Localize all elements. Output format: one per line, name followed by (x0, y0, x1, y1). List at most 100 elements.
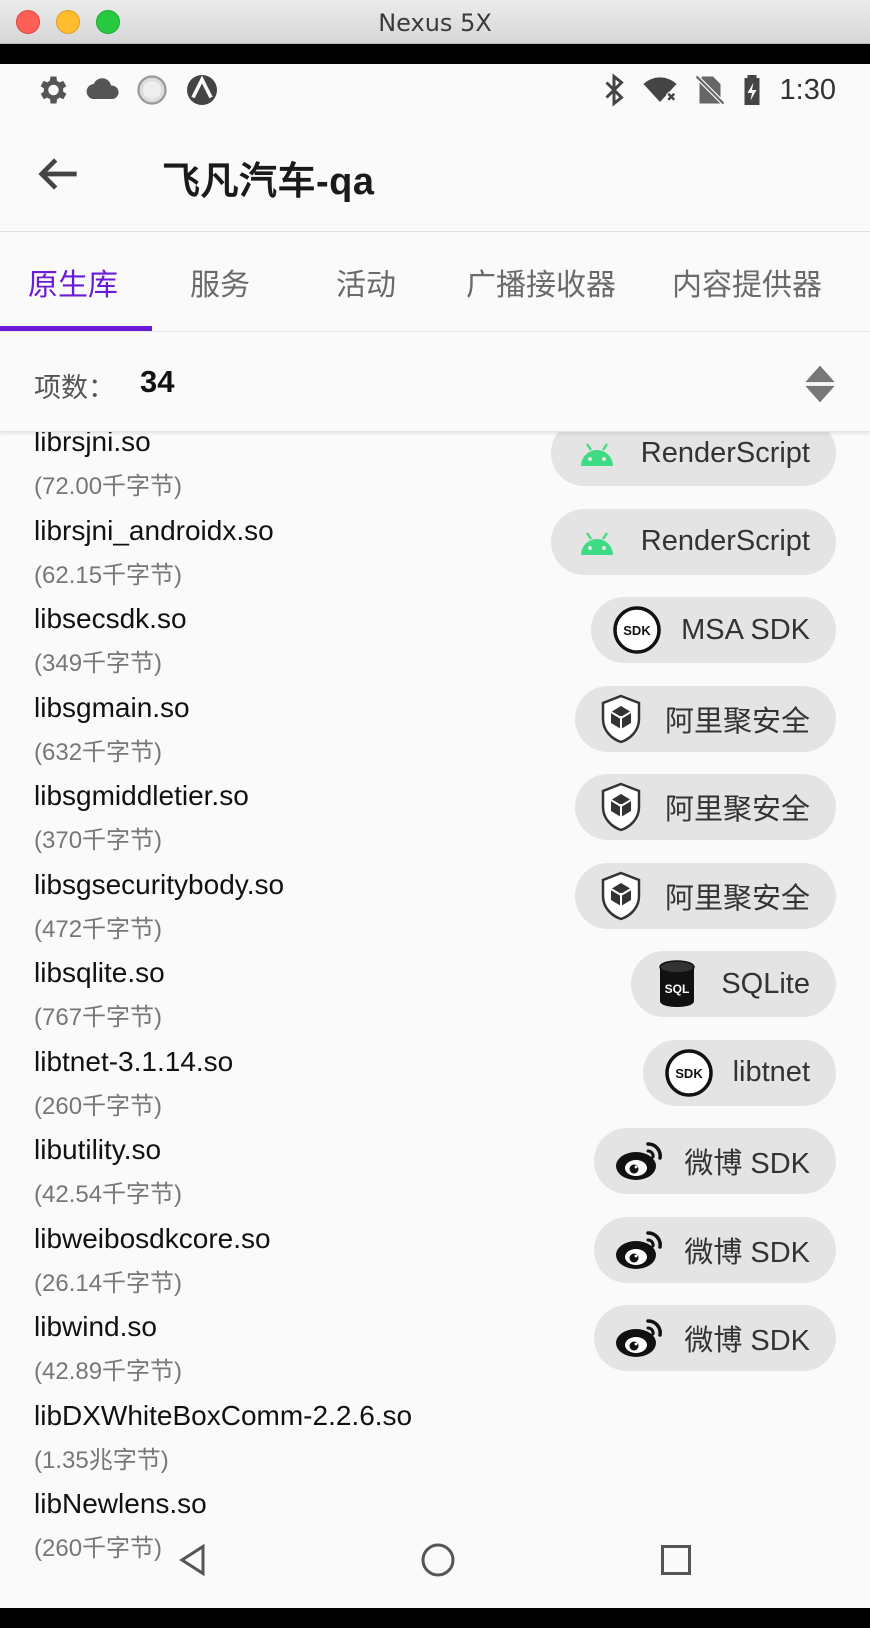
sdk-chip[interactable]: RenderScript (550, 508, 836, 575)
sdk-chip[interactable]: SDK libtnet (642, 1039, 836, 1106)
android-status-bar: 1:30 (0, 64, 870, 116)
item-count-bar: 项数： 34 (0, 332, 870, 432)
sdk-chip-label: 阿里聚安全 (664, 705, 810, 738)
library-size: (72.00千字节) (34, 473, 183, 500)
sdk-chip-label: SQLite (721, 967, 810, 1000)
emulator-window: Nexus 5X 1:30 飞凡汽车-qa 原生库 服务 活动 广播接收器 内容… (0, 0, 870, 1628)
library-size: (26.14千字节) (34, 1269, 183, 1297)
library-size: (1.35兆字节) (34, 1446, 169, 1474)
android-icon (571, 432, 623, 479)
library-list: librsjni.so (72.00千字节) RenderScript librsjn… (0, 432, 870, 1608)
library-size: (260千字节) (34, 1092, 163, 1120)
library-name: libsgmain.so (34, 691, 190, 723)
cloud-icon (86, 78, 119, 100)
library-name: librsjni.so (34, 432, 151, 457)
weibo-icon (614, 1135, 666, 1187)
weibo-icon (614, 1312, 666, 1364)
count-label: 项数： (34, 373, 115, 403)
sdk-chip-label: 微博 SDK (684, 1325, 810, 1357)
library-row[interactable]: librsjni_androidx.so (62.15千字节) RenderScri… (0, 508, 870, 601)
library-row[interactable]: libwind.so (42.89千字节) 微博 SDK (0, 1305, 870, 1397)
tab-bar: 原生库 服务 活动 广播接收器 内容提供器 (0, 232, 870, 332)
sdk-chip-label: 微博 SDK (684, 1148, 810, 1180)
sdk-chip[interactable]: SQL SQLite (631, 951, 836, 1017)
library-name: libweibosdkcore.so (34, 1222, 271, 1254)
tab-activities[interactable]: 活动 (336, 260, 396, 304)
library-row[interactable]: libsecsdk.so (349千字节) SDK MSA SDK (0, 597, 870, 689)
library-size: (349千字节) (34, 650, 163, 677)
library-size: (632千字节) (34, 738, 163, 766)
sdk-chip-label: RenderScript (640, 436, 810, 469)
sdk-icon: SDK (663, 1047, 715, 1099)
sdk-chip-label: 阿里聚安全 (664, 882, 810, 915)
library-name: librsjni_androidx.so (34, 514, 274, 546)
settings-gear-icon (40, 76, 67, 104)
wifi-off-icon (643, 77, 677, 103)
vpn-globe-icon (187, 75, 217, 105)
tab-services[interactable]: 服务 (190, 260, 250, 304)
library-name: libsgsecuritybody.so (34, 868, 285, 900)
sdk-chip[interactable]: RenderScript (550, 432, 836, 486)
sdk-chip[interactable]: 微博 SDK (594, 1305, 836, 1371)
library-size: (472千字节) (34, 915, 163, 943)
app-toolbar: 飞凡汽车-qa (0, 116, 870, 232)
count-value: 34 (140, 364, 175, 399)
android-icon (571, 516, 623, 568)
library-name: libsgmiddletier.so (34, 780, 249, 811)
library-row[interactable]: libsgmiddletier.so (370千字节) 阿里聚安全 (0, 774, 870, 866)
sdk-chip[interactable]: 阿里聚安全 (574, 685, 836, 752)
loading-circle-icon (137, 75, 167, 105)
bluetooth-icon (605, 73, 624, 107)
library-row[interactable]: libsgmain.so (632千字节) 阿里聚安全 (0, 685, 870, 778)
library-row[interactable]: libtnet-3.1.14.so (260千字节) SDK libtnet (0, 1039, 870, 1132)
device-bezel-top (0, 44, 870, 64)
library-row[interactable]: libweibosdkcore.so (26.14千字节) 微博 SDK (0, 1216, 870, 1309)
library-name: libsqlite.so (34, 957, 165, 988)
library-size: (260千字节) (34, 1535, 163, 1562)
library-size: (370千字节) (34, 827, 163, 854)
no-sim-icon (694, 74, 726, 106)
svg-text:SDK: SDK (675, 1066, 703, 1081)
nav-back-icon[interactable] (176, 1542, 212, 1578)
library-name: libutility.so (34, 1134, 162, 1165)
tab-receivers[interactable]: 广播接收器 (466, 260, 616, 304)
library-row[interactable]: libutility.so (42.54千字节) 微博 SDK (0, 1128, 870, 1220)
shield-icon (595, 870, 647, 922)
sdk-chip[interactable]: 微博 SDK (594, 1128, 836, 1194)
library-row[interactable]: libsgsecuritybody.so (472千字节) 阿里聚安全 (0, 862, 870, 955)
battery-charging-icon (744, 75, 760, 105)
sdk-chip-label: libtnet (732, 1056, 810, 1088)
sdk-chip[interactable]: 微博 SDK (594, 1216, 836, 1283)
sdk-chip[interactable]: 阿里聚安全 (574, 774, 836, 840)
status-time: 1:30 (779, 74, 836, 106)
back-arrow-icon[interactable] (30, 146, 86, 202)
sqlite-icon: SQL (651, 958, 703, 1010)
window-titlebar: Nexus 5X (0, 0, 870, 44)
sort-icon[interactable] (800, 362, 840, 406)
sdk-chip[interactable]: SDK MSA SDK (591, 597, 836, 663)
tab-native-libs[interactable]: 原生库 (28, 260, 118, 304)
library-name: libsecsdk.so (34, 603, 187, 634)
tab-providers[interactable]: 内容提供器 (672, 260, 822, 304)
device-bezel-bottom (0, 1608, 870, 1628)
library-size: (42.54千字节) (34, 1181, 183, 1208)
library-name: libwind.so (34, 1311, 157, 1342)
sdk-chip-label: MSA SDK (681, 613, 810, 646)
library-name: libtnet-3.1.14.so (34, 1045, 234, 1077)
sdk-chip[interactable]: 阿里聚安全 (574, 862, 836, 929)
sdk-chip-label: RenderScript (640, 525, 810, 557)
sdk-icon: SDK (611, 604, 663, 656)
library-row[interactable]: libDXWhiteBoxComm-2.2.6.so (1.35兆字节) (0, 1394, 870, 1486)
nav-home-icon[interactable] (420, 1542, 456, 1578)
window-title: Nexus 5X (378, 9, 492, 37)
library-row[interactable]: libsqlite.so (767千字节) SQL SQLite (0, 951, 870, 1043)
weibo-icon (614, 1224, 666, 1276)
active-tab-indicator (0, 326, 152, 331)
library-size: (62.15千字节) (34, 561, 183, 589)
library-size: (767千字节) (34, 1004, 163, 1031)
shield-icon (595, 781, 647, 833)
library-name: libDXWhiteBoxComm-2.2.6.so (34, 1399, 413, 1431)
library-row[interactable]: librsjni.so (72.00千字节) RenderScript (0, 432, 870, 512)
nav-recents-icon[interactable] (658, 1542, 694, 1578)
svg-text:SQL: SQL (665, 982, 690, 996)
